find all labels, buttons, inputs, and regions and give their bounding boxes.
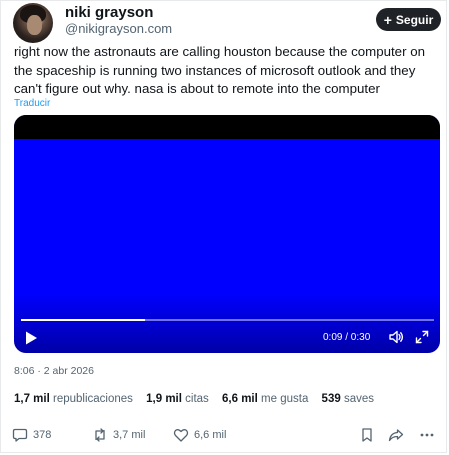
stat-label: republicaciones: [53, 393, 133, 405]
stat-quotes[interactable]: 1,9 mil citas: [146, 393, 209, 405]
avatar-face: [27, 15, 42, 35]
video-top-bar: [14, 115, 440, 139]
stat-value: 539: [321, 393, 341, 405]
stat-reposts[interactable]: 1,7 mil republicaciones: [14, 393, 133, 405]
video-time: 0:09 / 0:30: [323, 332, 371, 343]
video-controls-shade: [14, 293, 440, 353]
more-button[interactable]: [419, 426, 435, 444]
repost-icon: [95, 428, 105, 442]
heart-icon: [173, 429, 189, 442]
stat-label: citas: [185, 393, 209, 405]
video-player[interactable]: 0:09 / 0:30: [14, 115, 440, 353]
reply-icon: [12, 428, 28, 442]
stat-label: me gusta: [261, 393, 309, 405]
follow-button[interactable]: + Seguir: [376, 8, 441, 31]
like-button[interactable]: 6,6 mil: [173, 426, 226, 444]
repost-count: 3,7 mil: [113, 429, 146, 441]
stat-likes[interactable]: 6,6 mil me gusta: [222, 393, 308, 405]
reply-count: 378: [33, 429, 52, 441]
plus-icon: +: [383, 11, 392, 28]
engagement-stats: 1,7 mil republicaciones 1,9 mil citas 6,…: [14, 393, 384, 405]
repost-button[interactable]: 3,7 mil: [92, 426, 145, 444]
stat-value: 1,7 mil: [14, 393, 50, 405]
post-text: right now the astronauts are calling hou…: [14, 44, 425, 96]
bookmark-button[interactable]: [359, 426, 375, 444]
stat-value: 6,6 mil: [222, 393, 258, 405]
share-button[interactable]: [388, 426, 404, 444]
post-timestamp[interactable]: 8:06 · 2 abr 2026: [14, 365, 94, 377]
video-progress-fill: [21, 319, 145, 321]
translate-link[interactable]: Traducir: [14, 98, 50, 109]
volume-icon[interactable]: [388, 329, 404, 345]
play-icon[interactable]: [23, 330, 39, 346]
post-card: niki grayson @nikigrayson.com + Seguir r…: [0, 0, 447, 453]
reply-button[interactable]: 378: [12, 426, 51, 444]
follow-label: Seguir: [395, 12, 434, 27]
user-handle[interactable]: @nikigrayson.com: [65, 21, 172, 36]
video-progress-bar[interactable]: [21, 319, 434, 321]
bookmark-icon: [362, 428, 372, 442]
fullscreen-icon[interactable]: [415, 330, 429, 344]
more-icon: [420, 433, 434, 437]
like-count: 6,6 mil: [194, 429, 227, 441]
stat-value: 1,9 mil: [146, 393, 182, 405]
display-name[interactable]: niki grayson: [65, 4, 153, 21]
avatar[interactable]: [13, 3, 53, 43]
stat-label: saves: [343, 393, 374, 405]
share-icon: [388, 429, 404, 442]
stat-saves[interactable]: 539 saves: [322, 393, 374, 405]
